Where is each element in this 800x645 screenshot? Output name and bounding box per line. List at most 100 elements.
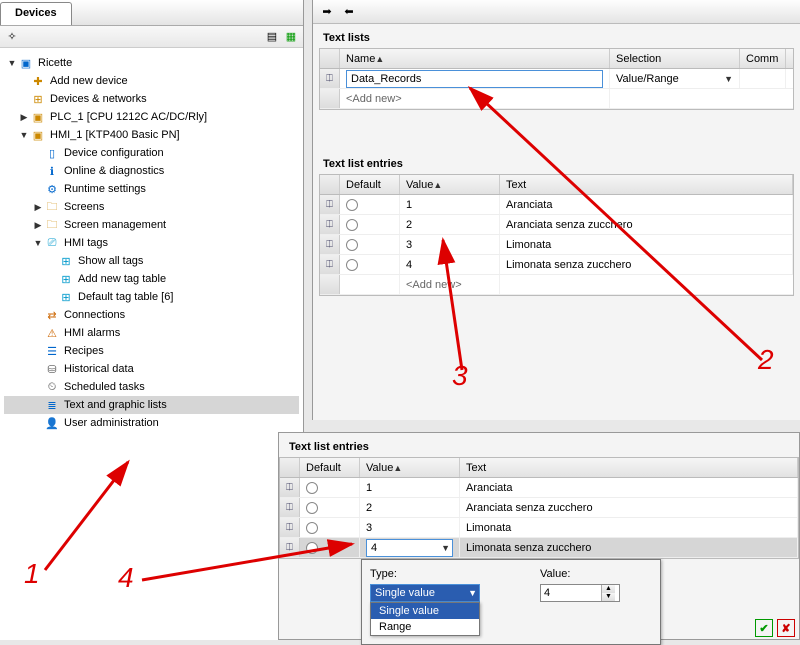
entry-text[interactable]: Aranciata (460, 478, 798, 497)
spin-down[interactable]: ▼ (601, 593, 615, 601)
project-tree[interactable]: ▼▣Ricette ✚Add new device ⊞Devices & net… (0, 48, 303, 438)
expand-icon[interactable]: ▶ (32, 202, 44, 213)
add-new-row[interactable]: <Add new> (340, 89, 610, 108)
chevron-down-icon[interactable]: ▼ (724, 74, 733, 84)
expand-icon[interactable]: ▼ (6, 58, 18, 68)
entry-value[interactable]: 4▼ (360, 538, 460, 557)
tree-item[interactable]: Device configuration (64, 147, 164, 159)
tree-item[interactable]: Screens (64, 201, 104, 213)
default-radio[interactable] (306, 522, 318, 534)
comment-cell[interactable] (740, 69, 786, 88)
entry-row[interactable]: ⎅ 2 Aranciata senza zucchero (280, 498, 798, 518)
entry-text[interactable]: Limonata (460, 518, 798, 537)
col-default[interactable]: Default (340, 175, 400, 194)
entry-text[interactable]: Limonata senza zucchero (500, 255, 793, 274)
type-dropdown[interactable]: Single value▼ (370, 584, 480, 602)
tree-root[interactable]: Ricette (38, 57, 72, 69)
value-spinner[interactable]: ▲▼ (540, 584, 620, 602)
tree-item[interactable]: Historical data (64, 363, 134, 375)
col-text[interactable]: Text (460, 458, 798, 477)
entry-text[interactable]: Limonata senza zucchero (460, 538, 798, 557)
entry-row[interactable]: ⎅ 3 Limonata (320, 235, 793, 255)
tree-item[interactable]: Scheduled tasks (64, 381, 145, 393)
entry-value[interactable]: 2 (400, 215, 500, 234)
entry-row[interactable]: ⎅ 4▼ Limonata senza zucchero (280, 538, 798, 558)
selection-cell[interactable]: Value/Range (616, 73, 679, 85)
default-radio[interactable] (306, 542, 318, 554)
col-value[interactable]: Value ▲ (400, 175, 500, 194)
cancel-button[interactable]: ✘ (777, 619, 795, 637)
bottom-entries-grid[interactable]: Default Value ▲ Text ⎅ 1 Aranciata ⎅ 2 A… (279, 457, 799, 559)
tree-item[interactable]: HMI_1 [KTP400 Basic PN] (50, 129, 180, 141)
entry-text[interactable]: Aranciata senza zucchero (500, 215, 793, 234)
type-option-range[interactable]: Range (371, 619, 479, 635)
new-item-icon[interactable]: ✧ (4, 29, 20, 45)
col-value[interactable]: Value ▲ (360, 458, 460, 477)
tree-item[interactable]: Show all tags (78, 255, 143, 267)
type-dropdown-list[interactable]: Single value Range (370, 602, 480, 636)
row-handle[interactable]: ⎅ (280, 478, 300, 497)
tree-item[interactable]: Add new device (50, 75, 128, 87)
ok-button[interactable]: ✔ (755, 619, 773, 637)
entries-grid[interactable]: Default Value ▲ Text ⎅ 1 Aranciata ⎅ 2 A… (319, 174, 794, 296)
expand-icon[interactable]: ▶ (18, 112, 30, 123)
col-selection[interactable]: Selection (610, 49, 740, 68)
add-new-entry[interactable]: <Add new> (400, 275, 500, 294)
entry-row[interactable]: ⎅ 3 Limonata (280, 518, 798, 538)
row-handle[interactable]: ⎅ (320, 255, 340, 274)
entry-row[interactable]: ⎅ 4 Limonata senza zucchero (320, 255, 793, 275)
default-radio[interactable] (306, 502, 318, 514)
row-handle[interactable]: ⎅ (320, 235, 340, 254)
value-dropdown[interactable]: 4▼ (366, 539, 453, 557)
row-handle[interactable]: ⎅ (320, 215, 340, 234)
textlist-name-input[interactable] (346, 70, 603, 88)
tree-item[interactable]: User administration (64, 417, 159, 429)
value-spinner-input[interactable] (541, 585, 601, 601)
tree-item[interactable]: Screen management (64, 219, 166, 231)
text-lists-grid[interactable]: Name ▲ Selection Comm ⎅ Value/Range ▼ <Ad… (319, 48, 794, 110)
default-radio[interactable] (346, 219, 358, 231)
default-radio[interactable] (346, 239, 358, 251)
tree-item[interactable]: Devices & networks (50, 93, 147, 105)
tree-item[interactable]: PLC_1 [CPU 1212C AC/DC/Rly] (50, 111, 207, 123)
entry-text[interactable]: Limonata (500, 235, 793, 254)
view-list-icon[interactable]: ▤ (264, 29, 280, 45)
tree-item[interactable]: Connections (64, 309, 125, 321)
chevron-down-icon[interactable]: ▼ (468, 588, 477, 598)
default-radio[interactable] (346, 199, 358, 211)
tree-item[interactable]: Recipes (64, 345, 104, 357)
col-name[interactable]: Name ▲ (340, 49, 610, 68)
entry-value[interactable]: 3 (360, 518, 460, 537)
col-default[interactable]: Default (300, 458, 360, 477)
entry-row[interactable]: ⎅ 1 Aranciata (320, 195, 793, 215)
tree-item[interactable]: HMI tags (64, 237, 108, 249)
chevron-down-icon[interactable]: ▼ (441, 543, 450, 553)
expand-icon[interactable]: ▶ (32, 220, 44, 231)
row-handle[interactable]: ⎅ (320, 195, 340, 214)
tree-item[interactable]: Runtime settings (64, 183, 146, 195)
entry-row[interactable]: ⎅ 1 Aranciata (280, 478, 798, 498)
row-handle[interactable]: ⎅ (320, 69, 340, 88)
spin-up[interactable]: ▲ (601, 585, 615, 593)
entry-text[interactable]: Aranciata senza zucchero (460, 498, 798, 517)
row-handle[interactable]: ⎅ (280, 538, 300, 557)
entry-value[interactable]: 4 (400, 255, 500, 274)
view-details-icon[interactable]: ▦ (283, 29, 299, 45)
expand-icon[interactable]: ▼ (32, 238, 44, 248)
default-radio[interactable] (306, 482, 318, 494)
default-radio[interactable] (346, 259, 358, 271)
tree-item[interactable]: Online & diagnostics (64, 165, 164, 177)
tree-item[interactable]: HMI alarms (64, 327, 120, 339)
tree-item-text-graphic-lists[interactable]: Text and graphic lists (64, 399, 167, 411)
tree-item[interactable]: Default tag table [6] (78, 291, 173, 303)
entry-row[interactable]: ⎅ 2 Aranciata senza zucchero (320, 215, 793, 235)
entry-value[interactable]: 1 (360, 478, 460, 497)
entry-value[interactable]: 2 (360, 498, 460, 517)
entry-value[interactable]: 3 (400, 235, 500, 254)
row-handle[interactable]: ⎅ (280, 518, 300, 537)
col-comment[interactable]: Comm (740, 49, 786, 68)
tab-devices[interactable]: Devices (0, 2, 72, 25)
export-icon[interactable]: ➡ (319, 4, 335, 20)
col-text[interactable]: Text (500, 175, 793, 194)
tree-item[interactable]: Add new tag table (78, 273, 166, 285)
